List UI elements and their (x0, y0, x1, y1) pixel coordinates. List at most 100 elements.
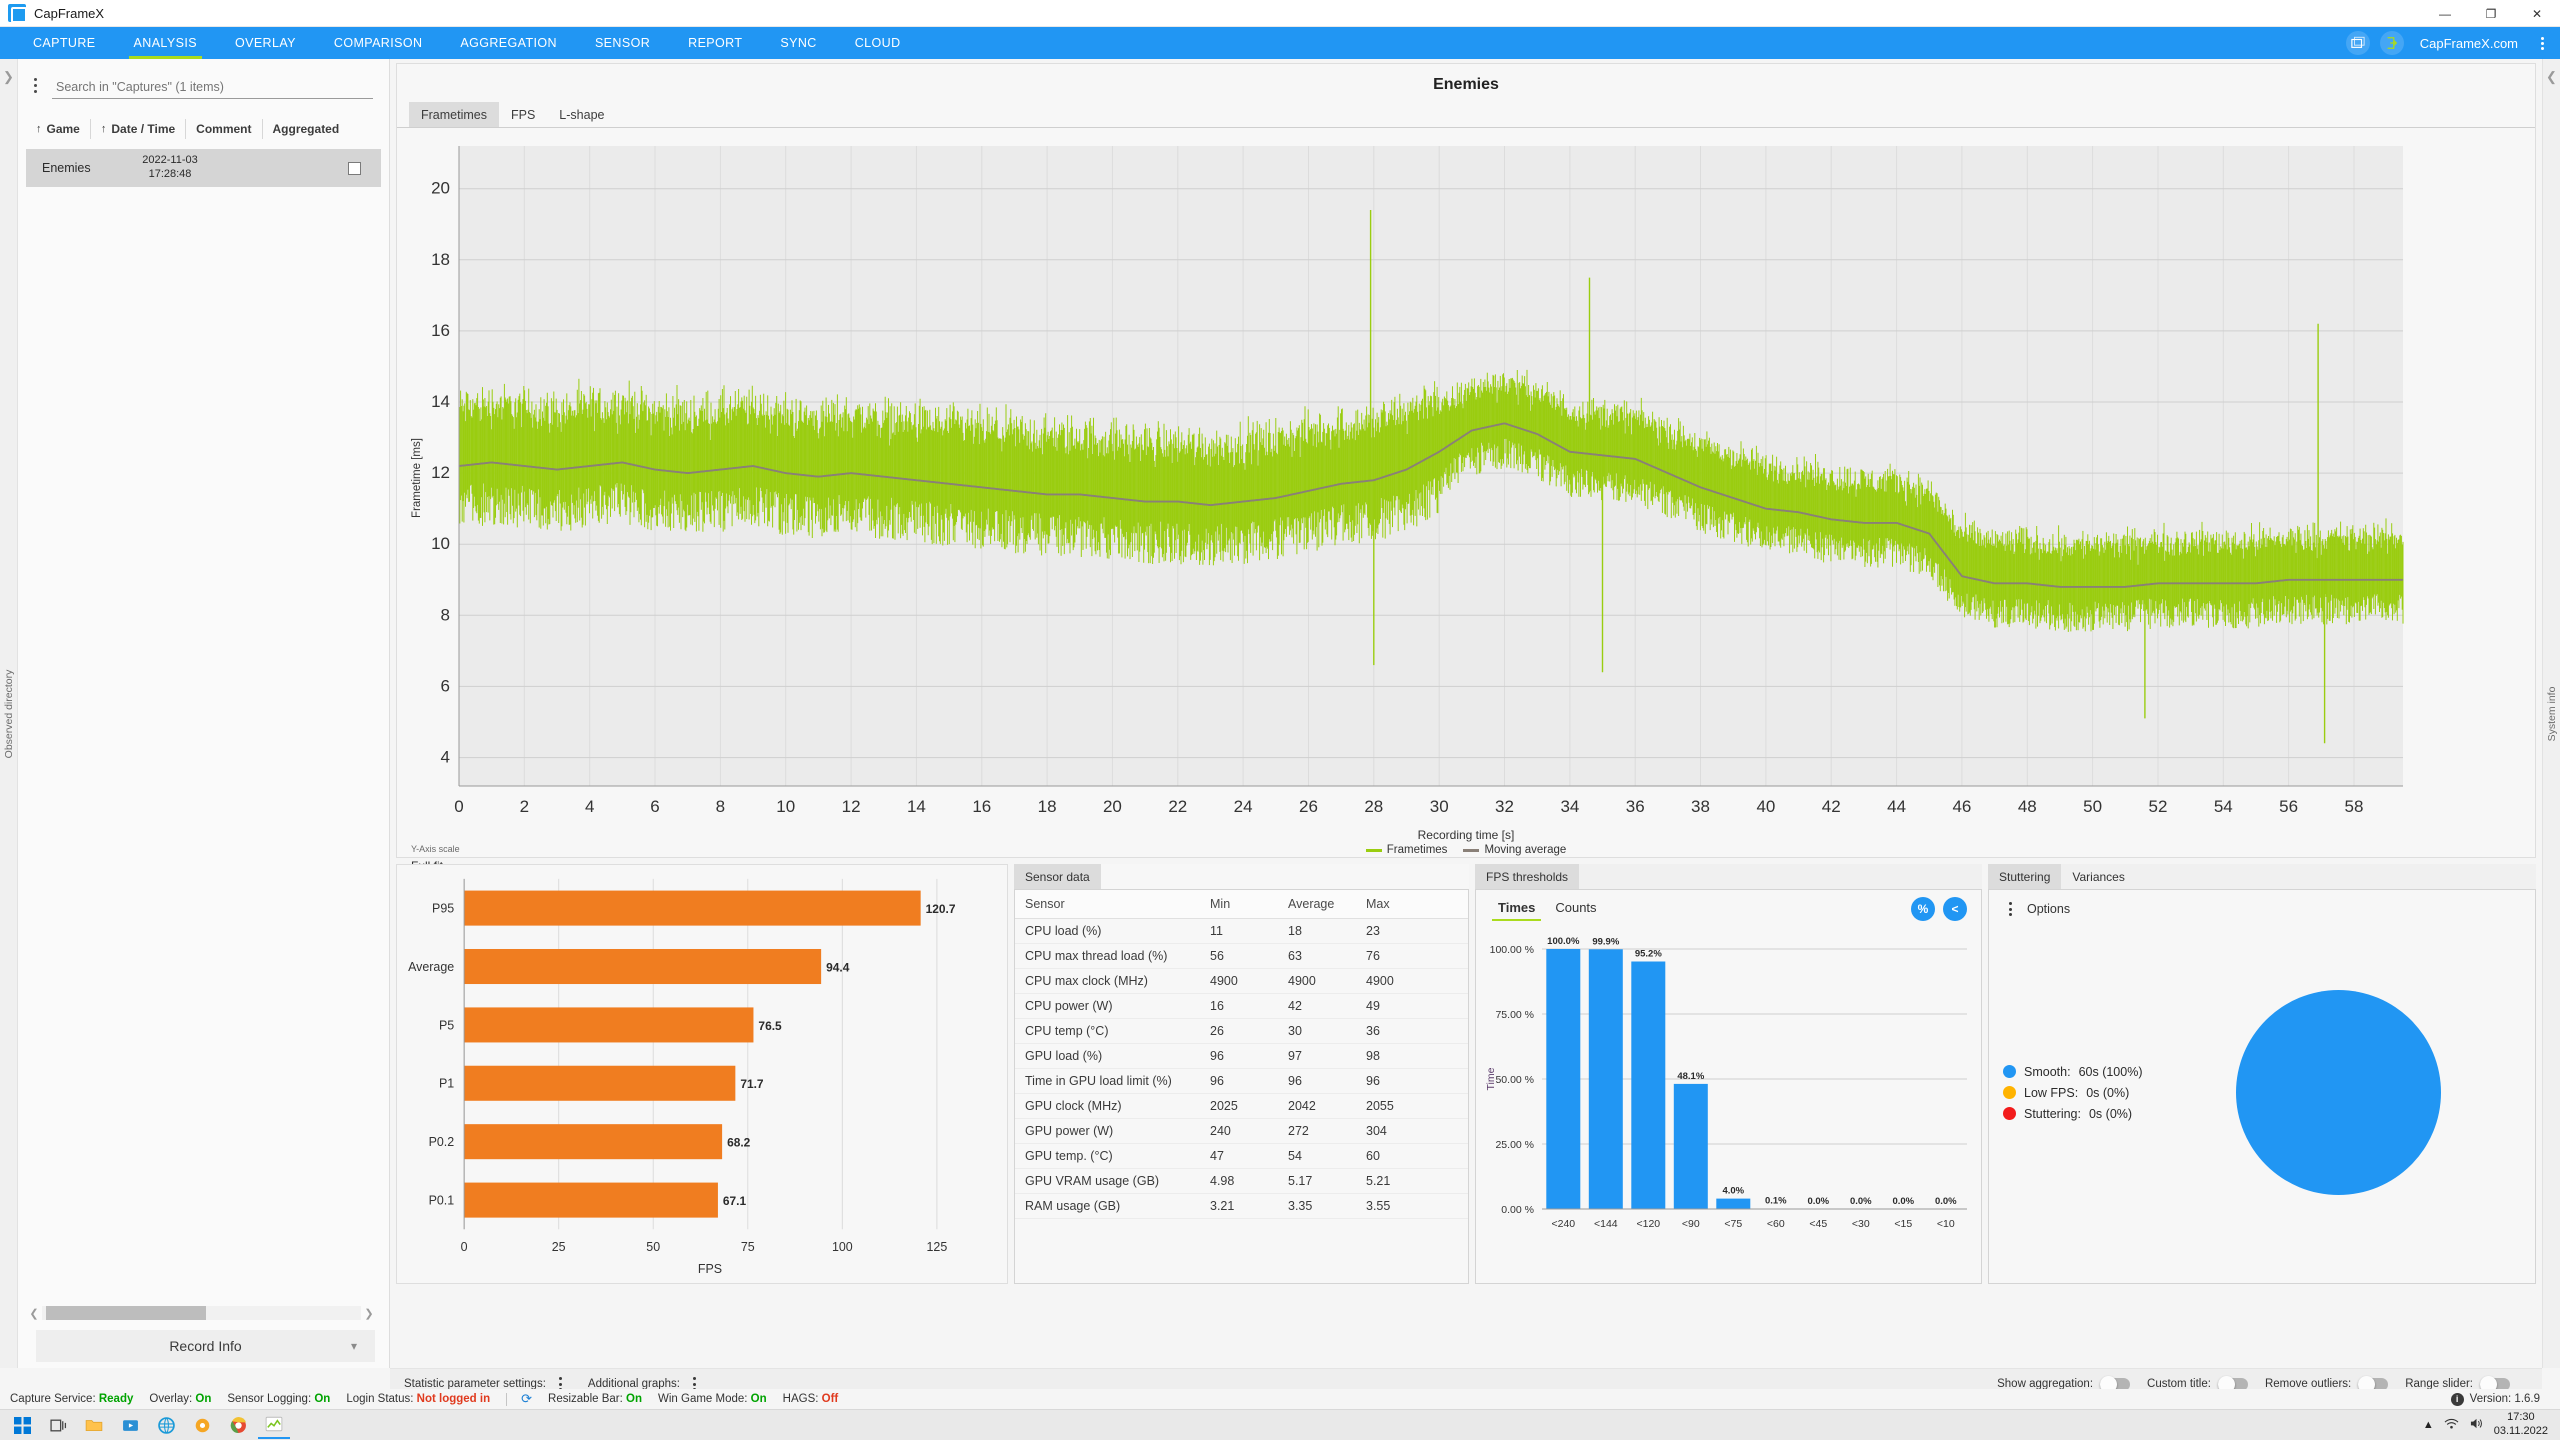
svg-text:P0.1: P0.1 (429, 1194, 455, 1208)
threshold-buttons: % < (1911, 897, 1973, 921)
status-value: On (314, 1393, 330, 1405)
task-view-icon[interactable] (42, 1411, 74, 1439)
clock-time: 17:30 (2494, 1411, 2548, 1425)
browser-icon[interactable] (150, 1411, 182, 1439)
table-row: CPU load (%)111823 (1015, 919, 1468, 944)
tab-variances[interactable]: Variances (2061, 864, 2135, 889)
sensor-min: 26 (1200, 1019, 1278, 1044)
chrome-icon[interactable] (222, 1411, 254, 1439)
chart-tab-fps[interactable]: FPS (499, 102, 547, 127)
svg-text:<45: <45 (1809, 1218, 1827, 1230)
scroll-track[interactable] (42, 1306, 361, 1320)
capture-column-date-time[interactable]: ↑Date / Time (91, 119, 186, 139)
svg-text:FPS: FPS (698, 1262, 722, 1276)
table-row: CPU max clock (MHz)490049004900 (1015, 969, 1468, 994)
frametime-y-axis-label: Frametime [ms] (411, 438, 423, 518)
tab-counts[interactable]: Counts (1545, 896, 1606, 921)
scroll-left-icon[interactable]: ❮ (26, 1307, 42, 1320)
threshold-body: Times Counts % < 0.00 %25.00 %50.00 %75.… (1475, 889, 1982, 1284)
nav-tab-cloud[interactable]: CLOUD (836, 27, 920, 59)
minimize-button[interactable]: — (2422, 0, 2468, 27)
chevron-left-icon[interactable]: ❮ (2546, 69, 2557, 85)
search-input[interactable] (52, 78, 373, 99)
nav-tab-analysis[interactable]: ANALYSIS (115, 27, 216, 59)
capture-list-rows: Enemies2022-11-0317:28:48 (18, 143, 389, 187)
status-items: Capture Service: ReadyOverlay: OnSensor … (10, 1393, 506, 1405)
capture-column-aggregated[interactable]: Aggregated (263, 119, 350, 139)
table-header-row: SensorMinAverageMax (1015, 890, 1468, 919)
legend-dot (2003, 1107, 2016, 1120)
svg-text:0.1%: 0.1% (1765, 1196, 1787, 1207)
options-kebab-icon[interactable] (2003, 902, 2017, 916)
refresh-icon[interactable]: ⟳ (521, 1391, 532, 1407)
nav-overflow-menu-icon[interactable] (2534, 37, 2550, 50)
direction-toggle-button[interactable]: < (1943, 897, 1967, 921)
taskbar-icons (0, 1411, 290, 1439)
nav-tab-report[interactable]: REPORT (669, 27, 761, 59)
sensor-min: 4.98 (1200, 1169, 1278, 1194)
chart-tab-l-shape[interactable]: L-shape (547, 102, 616, 127)
status-value: Ready (99, 1393, 134, 1405)
y-axis-scale-label: Y-Axis scale (411, 844, 495, 854)
system-info-label: System info (2546, 686, 2558, 741)
svg-text:6: 6 (650, 797, 659, 816)
svg-text:54: 54 (2214, 797, 2233, 816)
legend-label: Low FPS: (2024, 1086, 2078, 1100)
network-icon[interactable] (2444, 1417, 2459, 1433)
maximize-button[interactable]: ❐ (2468, 0, 2514, 27)
status-value: On (751, 1393, 767, 1405)
sensor-min: 11 (1200, 919, 1278, 944)
capture-list-item[interactable]: Enemies2022-11-0317:28:48 (26, 149, 381, 187)
tab-fps-thresholds[interactable]: FPS thresholds (1475, 864, 1579, 889)
version-label: Version: 1.6.9 (2470, 1393, 2540, 1405)
legend-label: Frametimes (1387, 844, 1448, 856)
status-item: HAGS: Off (783, 1393, 839, 1405)
capture-column-game[interactable]: ↑Game (26, 119, 91, 139)
nav-tab-overlay[interactable]: OVERLAY (216, 27, 315, 59)
scroll-thumb[interactable] (46, 1306, 206, 1320)
settings-icon[interactable] (186, 1411, 218, 1439)
file-explorer-icon[interactable] (78, 1411, 110, 1439)
svg-text:0: 0 (461, 1240, 468, 1254)
svg-text:Average: Average (408, 960, 454, 974)
login-icon[interactable] (2380, 31, 2404, 55)
tab-times[interactable]: Times (1488, 896, 1545, 921)
windows-icon[interactable] (6, 1411, 38, 1439)
volume-icon[interactable] (2469, 1417, 2484, 1433)
status-label: Sensor Logging: (227, 1393, 314, 1405)
close-button[interactable]: ✕ (2514, 0, 2560, 27)
capframex-site-link[interactable]: CapFrameX.com (2420, 36, 2518, 51)
svg-text:95.2%: 95.2% (1635, 949, 1662, 960)
legend-label: Moving average (1484, 844, 1566, 856)
capture-list-menu-icon[interactable] (26, 71, 44, 99)
capture-list-hscrollbar[interactable]: ❮ ❯ (26, 1304, 377, 1322)
nav-tab-capture[interactable]: CAPTURE (14, 27, 115, 59)
svg-text:<15: <15 (1894, 1218, 1912, 1230)
clock-date: 03.11.2022 (2494, 1425, 2548, 1439)
nav-tab-comparison[interactable]: COMPARISON (315, 27, 442, 59)
svg-text:8: 8 (716, 797, 725, 816)
nav-tab-sensor[interactable]: SENSOR (576, 27, 669, 59)
nav-tab-sync[interactable]: SYNC (761, 27, 835, 59)
tab-sensor-data[interactable]: Sensor data (1014, 864, 1101, 889)
screenshot-icon[interactable] (2346, 31, 2370, 55)
svg-text:94.4: 94.4 (826, 960, 850, 974)
chevron-right-icon[interactable]: ❯ (3, 69, 14, 85)
table-row: GPU temp. (°C)475460 (1015, 1144, 1468, 1169)
percent-toggle-button[interactable]: % (1911, 897, 1935, 921)
stuttering-legend-row: Stuttering:0s (0%) (2003, 1107, 2143, 1121)
chart-tab-frametimes[interactable]: Frametimes (409, 102, 499, 127)
stuttering-options-row[interactable]: Options (1989, 890, 2535, 916)
chevron-up-icon[interactable]: ▲ (2423, 1419, 2434, 1431)
threshold-tab-strip: FPS thresholds (1475, 864, 1982, 889)
nav-tab-aggregation[interactable]: AGGREGATION (441, 27, 576, 59)
record-info-bar[interactable]: Record Info ▾ (36, 1330, 375, 1362)
capframex-icon[interactable] (258, 1411, 290, 1439)
capture-column-comment[interactable]: Comment (186, 119, 262, 139)
scroll-right-icon[interactable]: ❯ (361, 1307, 377, 1320)
capture-aggregated-checkbox[interactable] (348, 162, 361, 175)
taskbar-clock[interactable]: 17:30 03.11.2022 (2494, 1411, 2548, 1439)
tab-stuttering[interactable]: Stuttering (1988, 864, 2061, 889)
chevron-down-icon[interactable]: ▾ (351, 1339, 357, 1353)
media-icon[interactable] (114, 1411, 146, 1439)
